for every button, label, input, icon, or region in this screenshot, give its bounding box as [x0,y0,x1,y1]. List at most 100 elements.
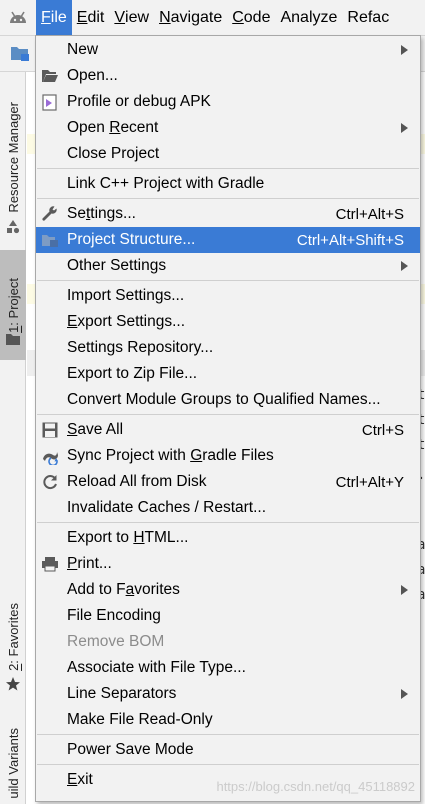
open-label: Open... [67,67,118,84]
project-folder-icon [5,332,21,350]
settings-label: Settings... [67,205,336,223]
menu-item-export-zip[interactable]: Export to Zip File... [36,361,420,387]
menu-item-make-read-only[interactable]: Make File Read-Only [36,707,420,733]
menu-item-export-settings[interactable]: Export Settings... [36,309,420,335]
project-structure-label: Project Structure... [67,231,196,248]
menu-navigate[interactable]: Navigate [154,0,227,36]
menu-item-link-cpp[interactable]: Link C++ Project with Gradle [36,171,420,197]
watermark: https://blog.csdn.net/qq_45118892 [216,779,415,794]
menu-edit-mnemonic: E [76,8,88,26]
sync-gradle-icon [43,452,58,465]
tab-project[interactable]: 1: Project [0,250,26,360]
project-tab-label: 1: Project [6,278,21,333]
menu-item-associate-file-type[interactable]: Associate with File Type... [36,655,420,681]
menu-code[interactable]: Code [227,0,275,36]
menu-view-mnemonic: V [114,8,126,26]
submenu-arrow-icon [401,123,408,133]
export-settings-mnemonic: E [67,313,78,330]
menu-refactor-label: Refac [347,8,390,26]
exit-text: xit [77,771,93,788]
menu-item-line-separators[interactable]: Line Separators [36,681,420,707]
menu-code-label: ode [243,8,271,26]
resource-manager-label: Resource Manager [5,101,21,213]
open-recent-text-1: Open [67,119,110,136]
favorites-tab-number: 2 [5,663,21,671]
export-settings-text: xport Settings... [77,313,186,330]
menu-file[interactable]: File [36,0,72,36]
build-variants-label: uild Variants [5,727,21,799]
reload-all-shortcut: Ctrl+Alt+Y [335,473,404,491]
new-label: New [67,41,99,58]
menu-item-add-to-favorites[interactable]: Add to Favorites [36,577,420,603]
save-all-label: Save All [67,421,362,439]
menu-item-settings[interactable]: Settings... Ctrl+Alt+S [36,201,420,227]
menu-item-profile-debug-apk[interactable]: Profile or debug APK [36,89,420,115]
favorites-tab-label: 2: Favorites [6,603,21,671]
menu-analyze[interactable]: Analyze [275,0,342,36]
menu-navigate-label: avigate [170,8,223,26]
menu-item-open[interactable]: Open... [36,63,420,89]
tab-resource-manager[interactable]: Resource Manager [0,92,26,222]
file-encoding-label: File Encoding [67,607,161,624]
tab-favorites[interactable]: 2: Favorites [0,592,26,682]
menu-item-save-all[interactable]: Save All Ctrl+S [36,417,420,443]
remove-bom-label: Remove BOM [67,633,165,650]
left-tool-strip: Resource Manager 1: Project 2: Favorites… [0,72,26,804]
menu-item-sync-gradle[interactable]: Sync Project with Gradle Files [36,443,420,469]
submenu-arrow-icon [401,45,408,55]
menu-item-export-html[interactable]: Export to HTML... [36,525,420,551]
tab-build-variants[interactable]: uild Variants [0,722,26,804]
menu-item-new[interactable]: New [36,37,420,63]
submenu-arrow-icon [401,585,408,595]
print-mnemonic: P [67,555,78,572]
print-text: rint... [77,555,112,572]
import-settings-label: Import Settings... [67,287,185,304]
submenu-arrow-icon [401,689,408,699]
menu-edit-label: dit [87,8,105,26]
save-icon [42,422,58,438]
menu-item-power-save-mode[interactable]: Power Save Mode [36,737,420,763]
android-studio-icon [0,0,36,36]
reload-all-label: Reload All from Disk [67,473,207,490]
menu-edit[interactable]: Edit [72,0,110,36]
menu-navigate-mnemonic: N [159,8,171,26]
menu-code-mnemonic: C [232,8,244,26]
open-recent-mnemonic: R [109,119,121,136]
menu-refactor[interactable]: Refac [342,0,394,36]
menu-item-project-structure[interactable]: Project Structure... Ctrl+Alt+Shift+S [36,227,420,253]
menu-item-other-settings[interactable]: Other Settings [36,253,420,279]
menu-item-convert-module-groups[interactable]: Convert Module Groups to Qualified Names… [36,387,420,413]
close-project-label: Close Project [67,145,160,162]
exit-mnemonic: E [67,771,78,788]
menu-item-settings-repository[interactable]: Settings Repository... [36,335,420,361]
add-favorites-text-1: Add to F [67,581,126,598]
menu-item-invalidate-caches[interactable]: Invalidate Caches / Restart... [36,495,420,521]
open-folder-icon [42,70,58,82]
print-label: Print... [67,555,404,573]
apk-icon [42,94,57,111]
file-menu-dropdown: New Open... Profile or debug APK Open Re… [35,35,421,802]
submenu-arrow-icon [401,261,408,271]
export-zip-label: Export to Zip File... [67,365,198,382]
power-save-mode-label: Power Save Mode [67,741,194,758]
settings-shortcut: Ctrl+Alt+S [335,205,404,223]
profile-apk-label: Profile or debug APK [67,93,211,110]
menu-item-close-project[interactable]: Close Project [36,141,420,167]
add-favorites-text-2: vorites [134,581,180,598]
invalidate-caches-label: Invalidate Caches / Restart... [67,499,267,516]
menu-analyze-label: Analyze [280,8,338,26]
sync-text-2: radle Files [202,447,274,464]
menu-file-label: ile [50,8,67,26]
menu-item-print[interactable]: Print... [36,551,420,577]
menu-item-import-settings[interactable]: Import Settings... [36,283,420,309]
menu-item-file-encoding[interactable]: File Encoding [36,603,420,629]
associate-file-type-label: Associate with File Type... [67,659,246,676]
menu-view[interactable]: View [109,0,154,36]
menu-item-open-recent[interactable]: Open Recent [36,115,420,141]
folder-icon[interactable] [10,44,30,62]
menu-item-reload-all[interactable]: Reload All from Disk Ctrl+Alt+Y [36,469,420,495]
sync-mnemonic: G [190,447,203,464]
favorites-tab-text: : Favorites [5,603,21,664]
settings-text-1: Se [67,205,86,222]
project-tab-text: : Project [5,277,21,326]
